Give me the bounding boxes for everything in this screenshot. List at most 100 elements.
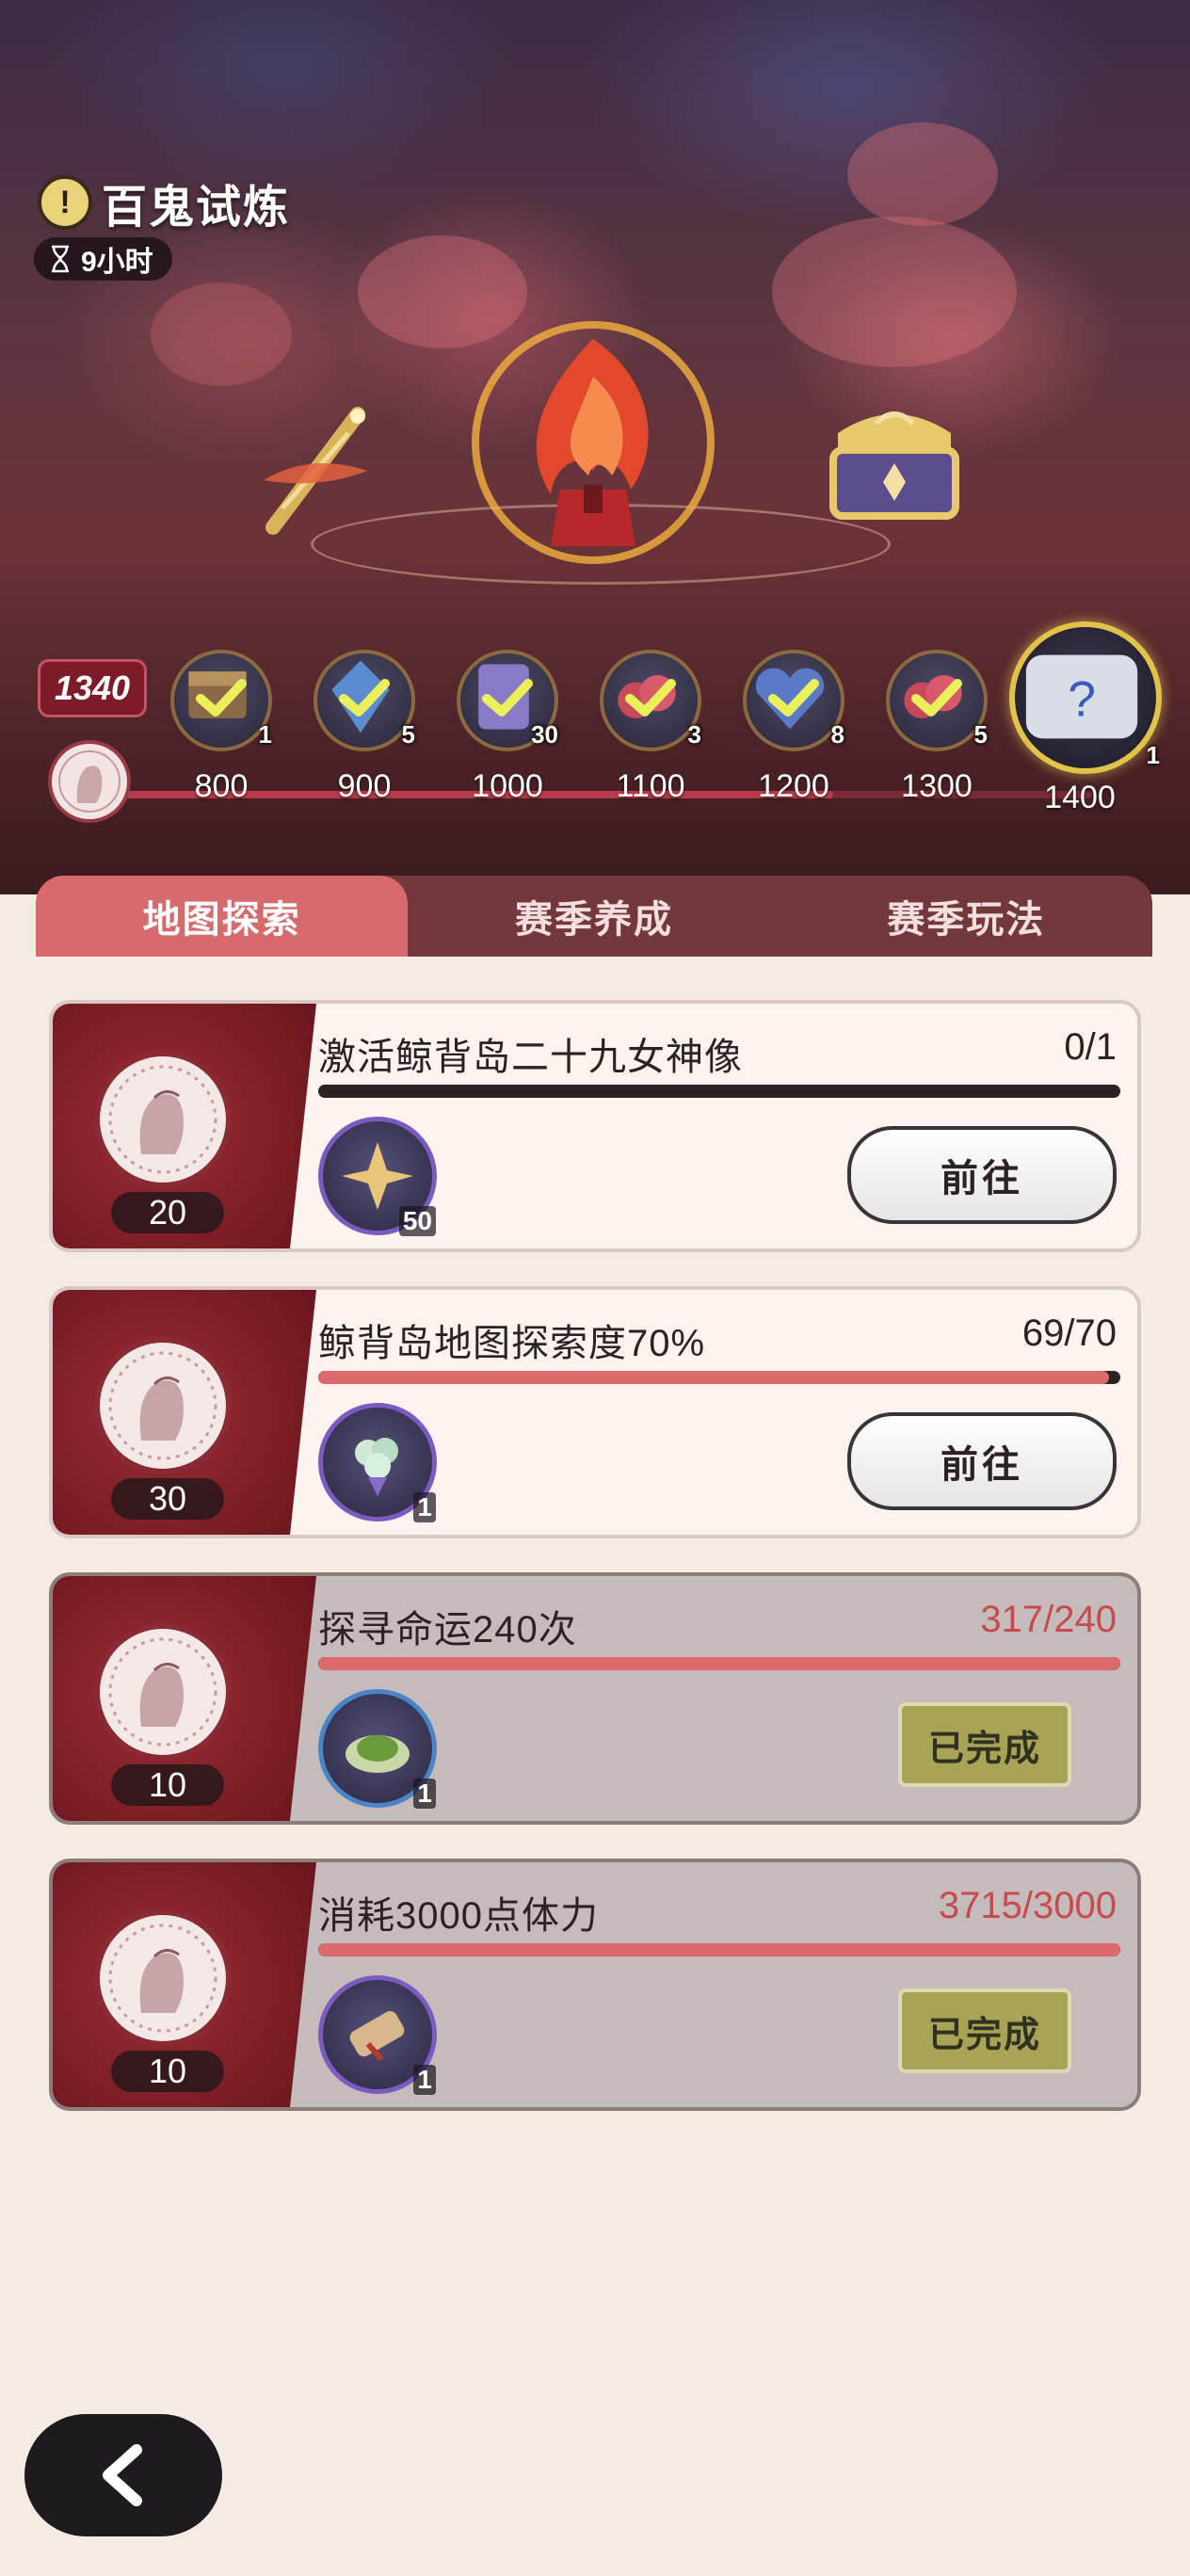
task-reward-count: 1 — [413, 1779, 436, 1809]
task-points: 10 — [111, 1764, 224, 1806]
event-timer: 9小时 — [34, 237, 172, 281]
bg-flower — [151, 282, 292, 386]
task-reward-icon[interactable]: 1 — [318, 1689, 437, 1809]
score-token-icon — [94, 1051, 232, 1188]
tab-season-play[interactable]: 赛季玩法 — [780, 876, 1152, 957]
milestone-reward-count: 30 — [531, 720, 558, 749]
task-title: 鲸背岛地图探索度70% — [318, 1323, 706, 1364]
milestone-reward-count: 1 — [258, 720, 272, 749]
score-token-icon — [48, 740, 131, 823]
checkmark-icon — [768, 679, 819, 716]
milestone-reward-icon[interactable]: 1 — [170, 650, 272, 751]
milestone-item[interactable]: 5 1300 — [885, 650, 989, 805]
hourglass-icon — [52, 245, 69, 273]
mystery-chest-icon: ? — [1025, 654, 1138, 739]
task-progress-bar — [318, 1657, 1120, 1670]
checkmark-icon — [196, 679, 247, 716]
milestone-item[interactable]: 5 900 — [313, 650, 416, 805]
scroll-icon — [349, 2011, 405, 2061]
checkmark-icon — [482, 679, 533, 716]
flower-bouquet-icon — [355, 1438, 398, 1496]
task-card: 10 消耗3000点体力 3715/3000 1 已完成 — [49, 1859, 1141, 2111]
task-progress-text: 69/70 — [1021, 1312, 1117, 1354]
milestone-reward-count: 8 — [830, 720, 844, 749]
event-banner: ! 百鬼试炼 9小时 1340 1 800 5 900 30 1000 3 1100 8 1200… — [0, 0, 1190, 894]
task-progress-text: 0/1 — [1064, 1026, 1117, 1068]
task-progress-fill — [318, 1943, 1120, 1956]
completed-badge: 已完成 — [898, 1988, 1071, 2073]
task-card: 30 鲸背岛地图探索度70% 69/70 1 前往 — [49, 1286, 1141, 1538]
score-token-icon — [94, 1909, 232, 2047]
task-progress-bar — [318, 1085, 1120, 1098]
milestone-reward-icon[interactable]: 8 — [743, 650, 844, 751]
green-dish-icon — [346, 1735, 410, 1773]
ornate-treasure-chest-icon[interactable] — [819, 395, 970, 527]
score-token-icon — [94, 1337, 232, 1474]
tab-map-explore[interactable]: 地图探索 — [36, 876, 409, 974]
milestone-threshold: 900 — [337, 768, 392, 804]
task-title: 探寻命运240次 — [318, 1609, 577, 1650]
milestone-reward-count: 5 — [973, 720, 988, 749]
bg-flower — [847, 122, 998, 226]
task-reward-count: 1 — [413, 1492, 436, 1522]
go-button[interactable]: 前往 — [847, 1126, 1117, 1224]
milestone-item[interactable]: 30 1000 — [456, 650, 559, 805]
golden-trident-icon[interactable] — [254, 395, 386, 537]
info-icon[interactable]: ! — [38, 175, 92, 230]
task-progress-fill — [318, 1657, 1120, 1670]
score-token-icon — [94, 1623, 232, 1761]
task-title: 激活鲸背岛二十九女神像 — [318, 1037, 743, 1078]
milestone-threshold: 1300 — [901, 768, 973, 804]
task-progress-text: 3715/3000 — [938, 1885, 1117, 1926]
current-score-badge: 1340 — [38, 659, 147, 717]
task-reward-count: 50 — [398, 1206, 436, 1236]
task-progress-bar — [318, 1943, 1120, 1956]
task-card: 10 探寻命运240次 317/240 1 已完成 — [49, 1572, 1141, 1825]
timer-text: 9小时 — [81, 247, 153, 278]
milestone-item[interactable]: 8 1200 — [742, 650, 845, 805]
flame-cape-icon[interactable] — [461, 311, 725, 574]
milestone-threshold: 800 — [194, 768, 249, 804]
milestone-reward-icon[interactable]: 3 — [600, 650, 701, 751]
milestone-item[interactable]: 1 800 — [169, 650, 273, 805]
checkmark-icon — [625, 679, 676, 716]
milestone-reward-icon[interactable]: 5 — [314, 650, 415, 751]
task-card: 20 激活鲸背岛二十九女神像 0/1 50 前往 — [49, 1000, 1141, 1252]
milestone-reward-count: 5 — [401, 720, 415, 749]
go-button[interactable]: 前往 — [847, 1412, 1117, 1510]
milestone-threshold: 1100 — [616, 768, 685, 804]
completed-badge: 已完成 — [898, 1702, 1071, 1787]
milestone-reward-icon[interactable]: ? 1 — [1009, 621, 1162, 774]
gold-star-crystal-icon — [342, 1142, 413, 1210]
milestone-item[interactable]: 3 1100 — [599, 650, 702, 805]
chevron-left-icon — [103, 2444, 142, 2506]
task-points: 10 — [111, 2051, 224, 2092]
milestone-threshold: 1000 — [472, 768, 543, 804]
task-title: 消耗3000点体力 — [318, 1895, 599, 1937]
milestone-reward-count: 1 — [1146, 741, 1160, 769]
back-button[interactable] — [24, 2414, 222, 2536]
task-reward-icon[interactable]: 50 — [318, 1117, 437, 1236]
task-progress-fill — [318, 1371, 1110, 1384]
milestone-item[interactable]: ? 1 1400 — [1009, 621, 1162, 816]
tab-season-growth[interactable]: 赛季养成 — [408, 876, 780, 957]
event-title-row[interactable]: ! 百鬼试炼 — [38, 169, 290, 235]
milestone-reward-icon[interactable]: 30 — [457, 650, 558, 751]
milestone-reward-count: 3 — [687, 720, 701, 749]
bg-flower — [772, 217, 1017, 367]
event-title: 百鬼试炼 — [102, 183, 291, 233]
task-points: 20 — [111, 1192, 224, 1233]
tab-bar: 地图探索 赛季养成 赛季玩法 — [36, 876, 1152, 974]
milestone-threshold: 1400 — [1044, 780, 1116, 815]
task-progress-bar — [318, 1371, 1120, 1384]
milestone-threshold: 1200 — [758, 768, 829, 804]
task-points: 30 — [111, 1478, 224, 1520]
task-reward-icon[interactable]: 1 — [318, 1975, 437, 2095]
task-reward-count: 1 — [413, 2065, 436, 2095]
checkmark-icon — [339, 679, 390, 716]
task-reward-icon[interactable]: 1 — [318, 1403, 437, 1522]
checkmark-icon — [911, 679, 962, 716]
svg-text:?: ? — [1068, 672, 1096, 728]
milestone-reward-icon[interactable]: 5 — [886, 650, 988, 751]
task-progress-text: 317/240 — [980, 1599, 1117, 1640]
